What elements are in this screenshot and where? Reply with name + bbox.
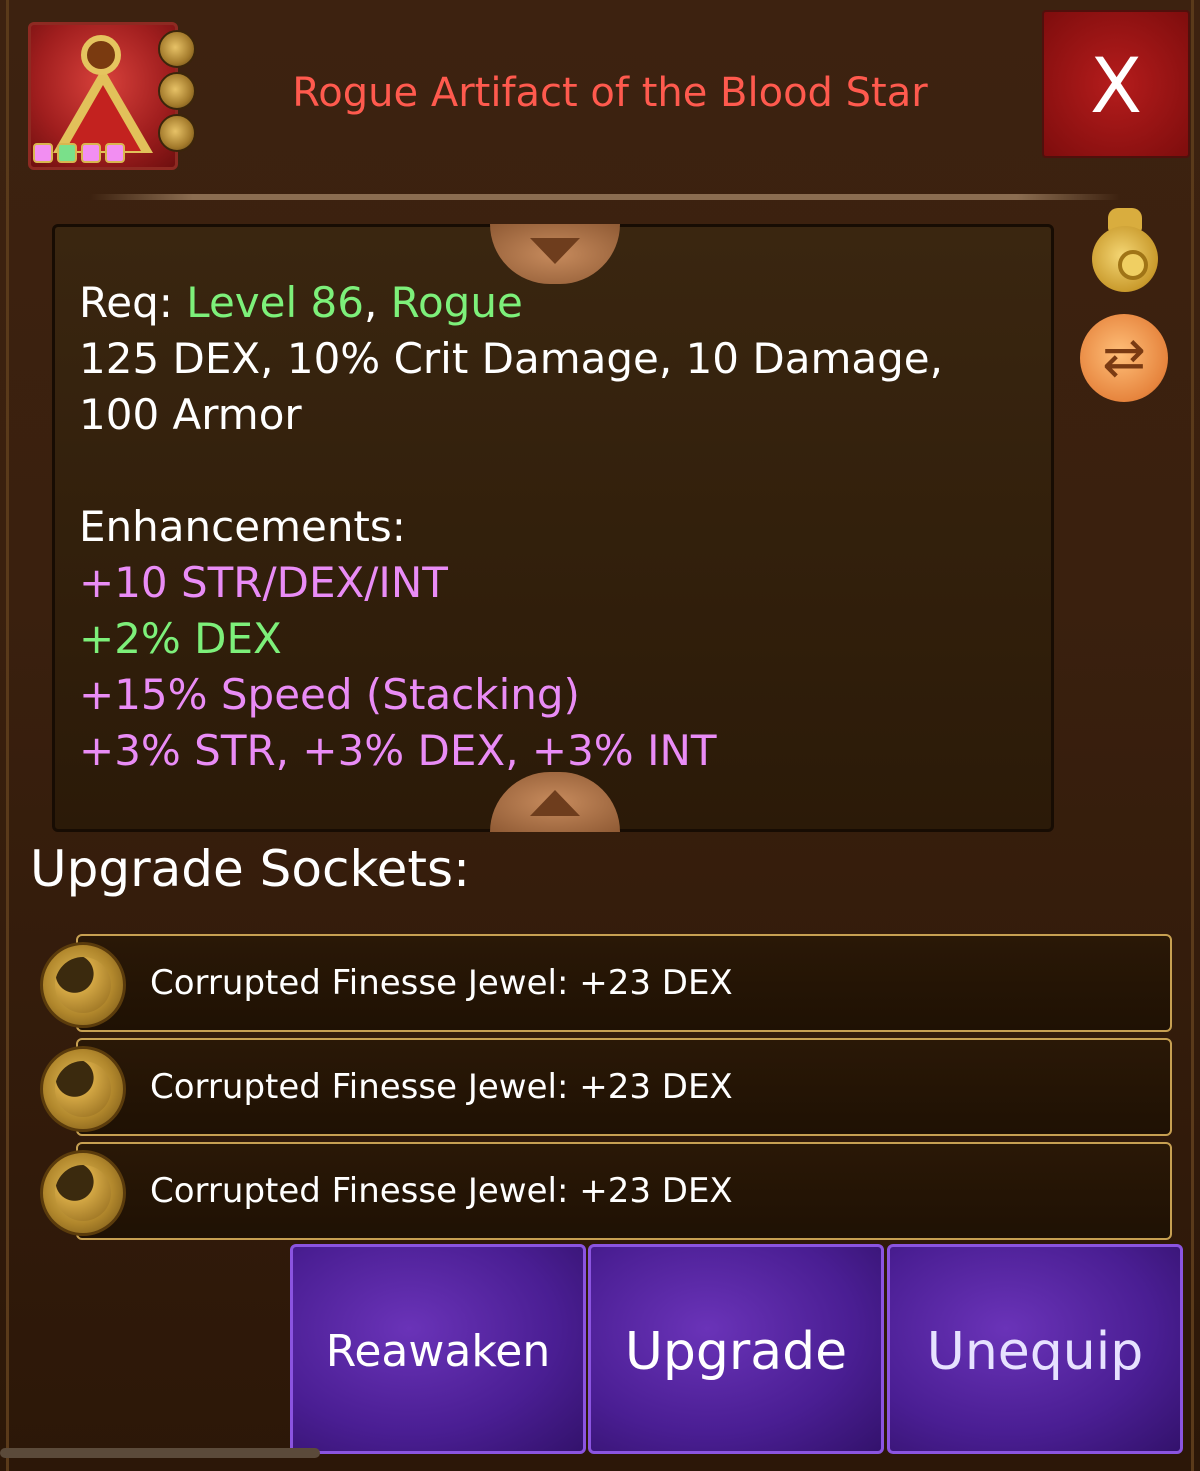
gem-slots	[33, 143, 125, 163]
finesse-jewel-icon	[40, 1046, 126, 1132]
coin-bag-icon[interactable]	[1088, 206, 1164, 294]
scroll-down-tab[interactable]	[490, 772, 620, 832]
item-description-text: Req: Level 86, Rogue 125 DEX, 10% Crit D…	[79, 275, 1019, 779]
enhancement-line: +3% STR, +3% DEX, +3% INT	[79, 726, 717, 775]
upgrade-button[interactable]: Upgrade	[588, 1244, 884, 1454]
scrollbar[interactable]	[0, 1448, 320, 1458]
socket-label: Corrupted Finesse Jewel: +23 DEX	[150, 1067, 733, 1107]
artifact-gem-shape	[65, 85, 141, 151]
unequip-button[interactable]: Unequip	[887, 1244, 1183, 1454]
coin-icon	[1118, 250, 1148, 280]
socket-jewel-icon	[158, 30, 196, 68]
header-divider	[90, 194, 1120, 200]
gem-slot-icon	[105, 143, 125, 163]
req-label: Req:	[79, 278, 187, 327]
socket-jewel-icon	[158, 72, 196, 110]
jewel-inner	[55, 957, 111, 1013]
enhancement-line: +15% Speed (Stacking)	[79, 670, 580, 719]
socket-indicators	[158, 30, 196, 152]
enhancement-line: +10 STR/DEX/INT	[79, 558, 448, 607]
socket-row[interactable]: Corrupted Finesse Jewel: +23 DEX	[76, 1038, 1172, 1136]
socket-row[interactable]: Corrupted Finesse Jewel: +23 DEX	[76, 934, 1172, 1032]
spacer-line	[79, 443, 1019, 499]
socket-row[interactable]: Corrupted Finesse Jewel: +23 DEX	[76, 1142, 1172, 1240]
upgrade-sockets-title: Upgrade Sockets:	[30, 840, 470, 898]
jewel-inner	[55, 1061, 111, 1117]
triangle-up-icon	[530, 790, 580, 816]
jewel-inner	[55, 1165, 111, 1221]
close-button[interactable]: X	[1042, 10, 1190, 158]
requirements-line: Req: Level 86, Rogue	[79, 275, 1019, 331]
stats-line: 125 DEX, 10% Crit Damage, 10 Damage,	[79, 334, 943, 383]
gem-slot-icon	[81, 143, 101, 163]
item-description-box[interactable]: Req: Level 86, Rogue 125 DEX, 10% Crit D…	[52, 224, 1054, 832]
finesse-jewel-icon	[40, 942, 126, 1028]
swap-arrows-icon[interactable]: ⇄	[1080, 314, 1168, 402]
req-level: Level 86	[186, 278, 364, 327]
item-artifact-icon	[28, 22, 178, 170]
artifact-ring-shape	[81, 35, 121, 75]
gem-slot-icon	[33, 143, 53, 163]
gem-slot-icon	[57, 143, 77, 163]
finesse-jewel-icon	[40, 1150, 126, 1236]
req-class: Rogue	[390, 278, 523, 327]
req-separator: ,	[363, 278, 391, 327]
enhancements-title: Enhancements:	[79, 502, 406, 551]
triangle-down-icon	[530, 238, 580, 264]
enhancement-line: +2% DEX	[79, 614, 282, 663]
stats-line: 100 Armor	[79, 390, 302, 439]
item-title: Rogue Artifact of the Blood Star	[292, 70, 928, 116]
socket-jewel-icon	[158, 114, 196, 152]
socket-label: Corrupted Finesse Jewel: +23 DEX	[150, 1171, 733, 1211]
reawaken-button[interactable]: Reawaken	[290, 1244, 586, 1454]
socket-label: Corrupted Finesse Jewel: +23 DEX	[150, 963, 733, 1003]
